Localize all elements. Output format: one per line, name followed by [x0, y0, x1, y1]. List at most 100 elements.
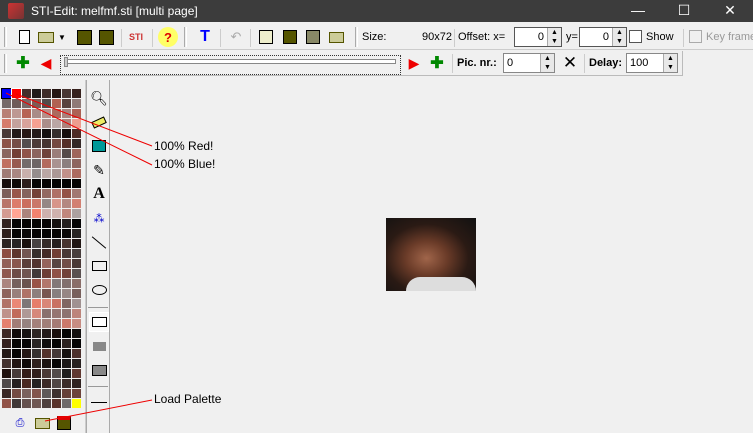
palette-swatch[interactable] — [12, 229, 21, 238]
eraser-tool-icon[interactable] — [89, 112, 109, 132]
palette-swatch[interactable] — [42, 89, 51, 98]
palette-swatch[interactable] — [32, 369, 41, 378]
outline-mode-icon[interactable] — [89, 312, 109, 332]
palette-swatch[interactable] — [62, 379, 71, 388]
palette-swatch[interactable] — [2, 219, 11, 228]
zoom-tool-icon[interactable]: 🔍︎ — [89, 88, 109, 108]
palette-swatch[interactable] — [22, 229, 31, 238]
palette-swatch[interactable] — [12, 329, 21, 338]
palette-swatch[interactable] — [2, 399, 11, 408]
offset-x-input[interactable]: 0 ▲ ▼ — [514, 27, 562, 47]
spin-arrows-icon[interactable]: ▲ ▼ — [547, 28, 561, 46]
palette-swatch[interactable] — [2, 149, 11, 158]
toolbar-grip[interactable] — [4, 54, 7, 73]
keyframe-checkbox[interactable] — [689, 30, 702, 43]
palette-swatch[interactable] — [12, 119, 21, 128]
palette-swatch[interactable] — [52, 249, 61, 258]
palette-swatch[interactable] — [62, 369, 71, 378]
palette-swatch[interactable] — [52, 339, 61, 348]
palette-swatch[interactable] — [22, 239, 31, 248]
palette-swatch[interactable] — [32, 259, 41, 268]
palette-swatch[interactable] — [42, 129, 51, 138]
palette-swatch[interactable] — [52, 289, 61, 298]
palette-swatch[interactable] — [2, 309, 11, 318]
palette-swatch[interactable] — [52, 279, 61, 288]
palette-swatch[interactable] — [32, 379, 41, 388]
palette-swatch[interactable] — [32, 159, 41, 168]
palette-swatch[interactable] — [12, 179, 21, 188]
palette-swatch[interactable] — [62, 139, 71, 148]
palette-swatch[interactable] — [2, 299, 11, 308]
palette-swatch[interactable] — [42, 169, 51, 178]
palette-swatch[interactable] — [12, 109, 21, 118]
palette-swatch[interactable] — [32, 219, 41, 228]
palette-swatch[interactable] — [52, 199, 61, 208]
palette-swatch[interactable] — [22, 269, 31, 278]
palette-swatch[interactable] — [12, 349, 21, 358]
spin-arrows-icon[interactable]: ▲ ▼ — [540, 54, 554, 72]
palette-swatch[interactable] — [2, 249, 11, 258]
slider-thumb[interactable] — [64, 57, 68, 67]
palette-swatch[interactable] — [2, 199, 11, 208]
paste-from-file-icon[interactable] — [326, 27, 346, 47]
palette-swatch[interactable] — [2, 119, 11, 128]
palette-swatch[interactable] — [2, 109, 11, 118]
palette-swatch[interactable] — [42, 109, 51, 118]
palette-swatch[interactable] — [72, 199, 81, 208]
palette-swatch[interactable] — [32, 149, 41, 158]
palette-swatch[interactable] — [52, 119, 61, 128]
palette-swatch[interactable] — [22, 259, 31, 268]
palette-swatch[interactable] — [22, 209, 31, 218]
palette-swatch[interactable] — [62, 129, 71, 138]
palette-swatch[interactable] — [12, 339, 21, 348]
palette-swatch[interactable] — [32, 309, 41, 318]
palette-swatch[interactable] — [72, 349, 81, 358]
palette-swatch[interactable] — [42, 209, 51, 218]
palette-swatch[interactable] — [72, 279, 81, 288]
palette-swatch[interactable] — [52, 379, 61, 388]
palette-swatch[interactable] — [72, 219, 81, 228]
palette-swatch[interactable] — [62, 389, 71, 398]
palette-swatch[interactable] — [72, 299, 81, 308]
palette-swatch[interactable] — [52, 179, 61, 188]
palette-swatch[interactable] — [62, 329, 71, 338]
palette-swatch[interactable] — [2, 189, 11, 198]
palette-swatch[interactable] — [52, 319, 61, 328]
palette-swatch[interactable] — [22, 149, 31, 158]
palette-swatch[interactable] — [52, 299, 61, 308]
palette-swatch[interactable] — [12, 259, 21, 268]
palette-swatch[interactable] — [12, 289, 21, 298]
toolbar-grip[interactable] — [4, 27, 7, 47]
palette-swatch[interactable] — [52, 329, 61, 338]
palette-swatch[interactable] — [42, 349, 51, 358]
palette-swatch[interactable] — [52, 389, 61, 398]
palette-swatch[interactable] — [52, 169, 61, 178]
palette-swatch[interactable] — [72, 109, 81, 118]
palette-swatch[interactable] — [62, 229, 71, 238]
palette-swatch[interactable] — [22, 139, 31, 148]
palette-swatch[interactable] — [12, 139, 21, 148]
palette-swatch[interactable] — [12, 209, 21, 218]
palette-swatch[interactable] — [42, 259, 51, 268]
palette-swatch[interactable] — [72, 389, 81, 398]
first-frame-icon[interactable]: ✚ — [13, 53, 33, 73]
palette-swatch[interactable] — [52, 359, 61, 368]
palette-swatch[interactable] — [62, 359, 71, 368]
palette-swatch[interactable] — [52, 269, 61, 278]
palette-swatch[interactable] — [32, 299, 41, 308]
save-icon[interactable] — [74, 27, 94, 47]
palette-swatch[interactable] — [52, 239, 61, 248]
palette-swatch[interactable] — [22, 109, 31, 118]
pencil-tool-icon[interactable]: ✎ — [89, 160, 109, 180]
palette-swatch[interactable] — [42, 299, 51, 308]
palette-swatch[interactable] — [2, 99, 11, 108]
palette-swatch[interactable] — [32, 229, 41, 238]
palette-swatch[interactable] — [12, 399, 21, 408]
palette-swatch[interactable] — [32, 359, 41, 368]
palette-swatch[interactable] — [22, 319, 31, 328]
palette-swatch[interactable] — [72, 399, 81, 408]
help-icon[interactable]: ? — [158, 27, 178, 47]
palette-swatch[interactable] — [2, 349, 11, 358]
palette-swatch[interactable] — [42, 399, 51, 408]
palette-swatch[interactable] — [32, 249, 41, 258]
